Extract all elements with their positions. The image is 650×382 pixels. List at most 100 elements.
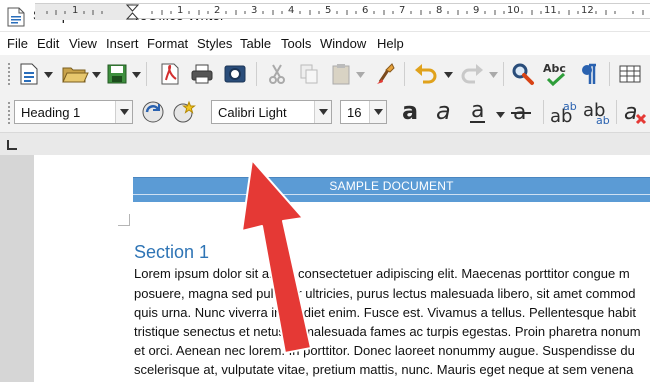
bold-button[interactable]: a: [397, 98, 427, 126]
print-preview-icon: [224, 65, 246, 83]
undo-icon: [415, 64, 437, 84]
menu-edit[interactable]: Edit: [37, 36, 59, 51]
toolbar-separator: [543, 100, 544, 124]
ruler-number: 6: [362, 5, 369, 16]
new-style-button[interactable]: [170, 98, 198, 126]
italic-glyph: a: [436, 99, 451, 125]
strikethrough-icon: a: [511, 100, 531, 125]
body-text-line[interactable]: et orci. Aenean nec lorem. In porttitor.…: [134, 343, 635, 358]
new-document-button[interactable]: [16, 60, 42, 88]
menu-styles[interactable]: Styles: [197, 36, 232, 51]
menu-view[interactable]: View: [69, 36, 97, 51]
new-style-icon: [173, 100, 196, 123]
paragraph-style-value: Heading 1: [21, 105, 81, 120]
menu-help[interactable]: Help: [377, 36, 404, 51]
print-preview-button[interactable]: [221, 60, 249, 88]
paragraph-style-dropdown[interactable]: [115, 101, 132, 123]
new-document-icon: [20, 63, 38, 85]
superscript-button[interactable]: ab ab: [548, 98, 578, 126]
clear-formatting-glyph: a: [624, 100, 637, 125]
font-size-combo[interactable]: 16: [340, 100, 387, 124]
font-name-dropdown[interactable]: [314, 101, 331, 123]
subscript-small-glyph: ab: [596, 114, 610, 125]
svg-text:Abc: Abc: [543, 62, 566, 75]
ruler-number: 4: [288, 5, 295, 16]
chevron-down-icon: [374, 109, 383, 115]
print-button[interactable]: [188, 60, 216, 88]
tab-stop-type-button[interactable]: [7, 140, 17, 150]
menu-bar: File Edit View Insert Format Styles Tabl…: [0, 33, 650, 55]
horizontal-ruler[interactable]: 1 1 2 3 4 5 6 7 8 9 10 11 12: [35, 3, 650, 20]
menu-format[interactable]: Format: [147, 36, 188, 51]
insert-table-button[interactable]: [617, 60, 643, 88]
open-button[interactable]: [60, 60, 90, 88]
ruler-ticks: [35, 4, 644, 20]
underline-button[interactable]: a: [465, 98, 495, 126]
font-name-combo[interactable]: Calibri Light: [211, 100, 332, 124]
body-text-line[interactable]: quis urna. Nunc viverra imperdiet enim. …: [134, 305, 636, 320]
underline-icon: a: [470, 99, 485, 123]
font-size-dropdown[interactable]: [369, 101, 386, 123]
spelling-button[interactable]: Abc: [541, 60, 571, 88]
formatting-marks-button[interactable]: [576, 60, 602, 88]
clone-formatting-icon: [377, 63, 395, 84]
redo-button[interactable]: [458, 60, 486, 88]
chevron-down-icon[interactable]: [132, 72, 141, 78]
ruler-number: 1: [72, 5, 79, 16]
toolbar-separator: [256, 62, 257, 86]
header-text: SAMPLE DOCUMENT: [329, 179, 454, 193]
ruler-number: 10: [507, 5, 520, 16]
update-style-button[interactable]: [139, 98, 167, 126]
clear-formatting-button[interactable]: a: [621, 98, 649, 126]
undo-button[interactable]: [412, 60, 440, 88]
chevron-down-icon[interactable]: [92, 72, 101, 78]
ruler-number: 1: [177, 5, 184, 16]
copy-button[interactable]: [296, 60, 322, 88]
ruler-number: 7: [399, 5, 406, 16]
cut-icon: [269, 64, 285, 84]
paste-icon: [332, 64, 350, 85]
text-boundary-mark: [118, 214, 130, 226]
chevron-down-icon[interactable]: [44, 72, 53, 78]
document-header[interactable]: SAMPLE DOCUMENT: [133, 177, 650, 194]
clone-formatting-button[interactable]: [372, 60, 398, 88]
menu-window[interactable]: Window: [320, 36, 366, 51]
toolbar-separator: [404, 62, 405, 86]
ruler-number: 2: [214, 5, 221, 16]
body-text-line[interactable]: scelerisque at, vulputate vitae, pretium…: [134, 362, 633, 377]
copy-icon: [300, 64, 318, 84]
export-pdf-button[interactable]: [156, 60, 184, 88]
paragraph-style-combo[interactable]: Heading 1: [14, 100, 133, 124]
toolbar-grip[interactable]: [8, 102, 12, 124]
body-text-line[interactable]: posuere, magna sed pulvinar ultricies, p…: [134, 286, 635, 301]
toolbar-separator: [503, 62, 504, 86]
body-text-line[interactable]: tristique senectus et netus et malesuada…: [134, 324, 641, 339]
chevron-down-icon[interactable]: [489, 72, 498, 78]
font-size-value: 16: [347, 105, 362, 120]
subscript-button[interactable]: ab ab: [581, 98, 611, 126]
menu-file[interactable]: File: [7, 36, 28, 51]
toolbar-separator: [146, 62, 147, 86]
ruler-bar: [0, 133, 650, 155]
find-replace-button[interactable]: [509, 60, 537, 88]
italic-button[interactable]: a: [431, 98, 461, 126]
bold-glyph: a: [402, 99, 418, 125]
chevron-down-icon[interactable]: [356, 72, 365, 78]
chevron-down-icon[interactable]: [444, 72, 453, 78]
body-text-line[interactable]: Lorem ipsum dolor sit amet, consectetuer…: [134, 266, 630, 281]
menu-insert[interactable]: Insert: [106, 36, 139, 51]
cut-button[interactable]: [264, 60, 290, 88]
paste-button[interactable]: [328, 60, 354, 88]
menu-tools[interactable]: Tools: [281, 36, 311, 51]
standard-toolbar: Abc: [0, 55, 650, 93]
toolbar-grip[interactable]: [8, 63, 12, 85]
chevron-down-icon[interactable]: [496, 112, 505, 118]
ruler-number: 11: [544, 5, 557, 16]
save-button[interactable]: [104, 60, 130, 88]
strikethrough-button[interactable]: a: [507, 98, 537, 126]
redo-icon: [461, 64, 483, 84]
section-heading[interactable]: Section 1: [134, 242, 209, 263]
chevron-down-icon: [319, 109, 328, 115]
menu-table[interactable]: Table: [240, 36, 271, 51]
font-name-value: Calibri Light: [218, 105, 287, 120]
